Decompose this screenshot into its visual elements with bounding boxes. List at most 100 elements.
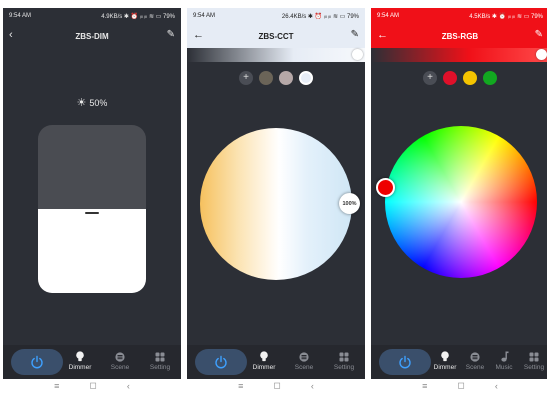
- cct-screen: 9:54 AM 26.4KB/s ✱ ⏰ ᵢₗₗ ᵢₗₗ ≋ ▭ 79% ← Z…: [187, 8, 365, 392]
- app-bar: ← ZBS-CCT ✎: [187, 24, 365, 48]
- status-icons: 4.5KB/s ✱ ⏰ ᵢₗₗ ᵢₗₗ ≋ ▭ 79%: [469, 13, 543, 20]
- grid-icon: [529, 351, 540, 362]
- power-icon: [31, 355, 43, 369]
- tab-scene-label: Scene: [294, 364, 314, 371]
- home-nav-icon[interactable]: ◻: [273, 380, 280, 391]
- brightness-indicator: ☀ 50%: [3, 96, 181, 109]
- preset-chip[interactable]: [259, 71, 273, 85]
- preset-chips: +: [187, 71, 365, 85]
- tab-setting[interactable]: Setting: [519, 348, 547, 376]
- status-time: 9:54 AM: [9, 13, 32, 19]
- preset-chip-green[interactable]: [483, 71, 497, 85]
- preset-chip[interactable]: [299, 71, 313, 85]
- scene-icon: [470, 351, 481, 362]
- app-bar: ‹ ZBS-DIM ✎: [3, 24, 181, 48]
- dimmer-screen: 9:54 AM 4.9KB/s ✱ ⏰ ᵢₗₗ ᵢₗₗ ≋ ▭ 79% ‹ ZB…: [3, 8, 181, 392]
- grid-icon: [339, 351, 350, 362]
- preset-chips: +: [371, 71, 547, 85]
- status-icons: 26.4KB/s ✱ ⏰ ᵢₗₗ ᵢₗₗ ≋ ▭ 79%: [281, 13, 359, 20]
- power-button[interactable]: [195, 349, 247, 375]
- power-icon: [215, 355, 227, 369]
- back-nav-icon[interactable]: ‹: [127, 381, 130, 391]
- tab-dimmer-label: Dimmer: [252, 364, 276, 371]
- rgb-color-wheel[interactable]: [385, 126, 537, 278]
- tab-dimmer-label: Dimmer: [68, 364, 92, 371]
- tab-dimmer[interactable]: Dimmer: [431, 348, 459, 376]
- tab-music-label: Music: [495, 364, 513, 371]
- status-time: 9:54 AM: [193, 13, 216, 19]
- wheel-picker[interactable]: [376, 178, 395, 197]
- tab-setting[interactable]: Setting: [143, 348, 177, 376]
- status-bar: 9:54 AM 4.5KB/s ✱ ⏰ ᵢₗₗ ᵢₗₗ ≋ ▭ 79%: [371, 8, 547, 24]
- back-nav-icon[interactable]: ‹: [495, 381, 498, 391]
- status-bar: 9:54 AM 26.4KB/s ✱ ⏰ ᵢₗₗ ᵢₗₗ ≋ ▭ 79%: [187, 8, 365, 24]
- bulb-icon: [440, 351, 451, 362]
- rgb-screen: 9:54 AM 4.5KB/s ✱ ⏰ ᵢₗₗ ᵢₗₗ ≋ ▭ 79% ← ZB…: [371, 8, 547, 392]
- power-button[interactable]: [379, 349, 431, 375]
- system-nav: ≡ ◻ ‹: [3, 379, 181, 392]
- sun-icon: ☀: [76, 97, 87, 109]
- home-nav-icon[interactable]: ◻: [457, 380, 464, 391]
- wheel-picker[interactable]: 100%: [339, 193, 360, 214]
- bulb-icon: [75, 351, 86, 362]
- slider-handle[interactable]: [85, 212, 99, 214]
- scene-icon: [115, 351, 126, 362]
- edit-icon[interactable]: ✎: [167, 28, 175, 42]
- add-preset-button[interactable]: +: [239, 71, 253, 85]
- tab-scene[interactable]: Scene: [105, 348, 135, 376]
- tab-scene[interactable]: Scene: [289, 348, 319, 376]
- bulb-icon: [259, 351, 270, 362]
- cct-color-wheel[interactable]: [200, 128, 352, 280]
- edit-icon[interactable]: ✎: [351, 28, 359, 42]
- back-arrow-icon[interactable]: ←: [377, 28, 388, 42]
- page-title: ZBS-RGB: [441, 31, 479, 41]
- system-nav: ≡ ◻ ‹: [187, 379, 365, 392]
- menu-nav-icon[interactable]: ≡: [422, 381, 427, 391]
- system-nav: ≡ ◻ ‹: [371, 379, 547, 392]
- menu-nav-icon[interactable]: ≡: [238, 381, 243, 391]
- tab-scene-label: Scene: [110, 364, 130, 371]
- app-bar: ← ZBS-RGB ✎: [371, 24, 547, 48]
- power-icon: [399, 355, 411, 369]
- scene-icon: [299, 351, 310, 362]
- status-time: 9:54 AM: [377, 13, 400, 19]
- tab-scene-label: Scene: [465, 364, 485, 371]
- back-icon[interactable]: ‹: [9, 28, 13, 42]
- brightness-value: 50%: [89, 97, 108, 108]
- brightness-slider[interactable]: [371, 48, 547, 62]
- tab-music[interactable]: Music: [491, 348, 517, 376]
- brightness-slider[interactable]: [187, 48, 365, 62]
- tab-dimmer[interactable]: Dimmer: [249, 348, 279, 376]
- bottom-nav: Dimmer Scene Music Setting: [371, 345, 547, 379]
- preset-chip-yellow[interactable]: [463, 71, 477, 85]
- power-button[interactable]: [11, 349, 63, 375]
- preset-chip[interactable]: [279, 71, 293, 85]
- menu-nav-icon[interactable]: ≡: [54, 381, 59, 391]
- tab-setting-label: Setting: [149, 364, 171, 371]
- tab-dimmer-label: Dimmer: [433, 364, 457, 371]
- wheel-value: 100%: [342, 200, 357, 207]
- slider-thumb[interactable]: [352, 49, 363, 60]
- brightness-slider[interactable]: [38, 125, 146, 293]
- back-arrow-icon[interactable]: ←: [193, 28, 204, 42]
- tab-setting-label: Setting: [333, 364, 355, 371]
- back-nav-icon[interactable]: ‹: [311, 381, 314, 391]
- music-icon: [499, 351, 510, 362]
- bottom-nav: Dimmer Scene Setting: [187, 345, 365, 379]
- home-nav-icon[interactable]: ◻: [89, 380, 96, 391]
- tab-setting-label: Setting: [523, 364, 545, 371]
- tab-scene[interactable]: Scene: [462, 348, 488, 376]
- add-preset-button[interactable]: +: [423, 71, 437, 85]
- edit-icon[interactable]: ✎: [535, 28, 543, 42]
- tab-setting[interactable]: Setting: [327, 348, 361, 376]
- page-title: ZBS-DIM: [75, 31, 109, 41]
- status-bar: 9:54 AM 4.9KB/s ✱ ⏰ ᵢₗₗ ᵢₗₗ ≋ ▭ 79%: [3, 8, 181, 24]
- grid-icon: [155, 351, 166, 362]
- page-title: ZBS-CCT: [258, 31, 294, 41]
- brightness-fill: [38, 209, 146, 293]
- bottom-nav: Dimmer Scene Setting: [3, 345, 181, 379]
- tab-dimmer[interactable]: Dimmer: [65, 348, 95, 376]
- preset-chip-red[interactable]: [443, 71, 457, 85]
- slider-thumb[interactable]: [536, 49, 547, 60]
- status-icons: 4.9KB/s ✱ ⏰ ᵢₗₗ ᵢₗₗ ≋ ▭ 79%: [101, 13, 175, 20]
